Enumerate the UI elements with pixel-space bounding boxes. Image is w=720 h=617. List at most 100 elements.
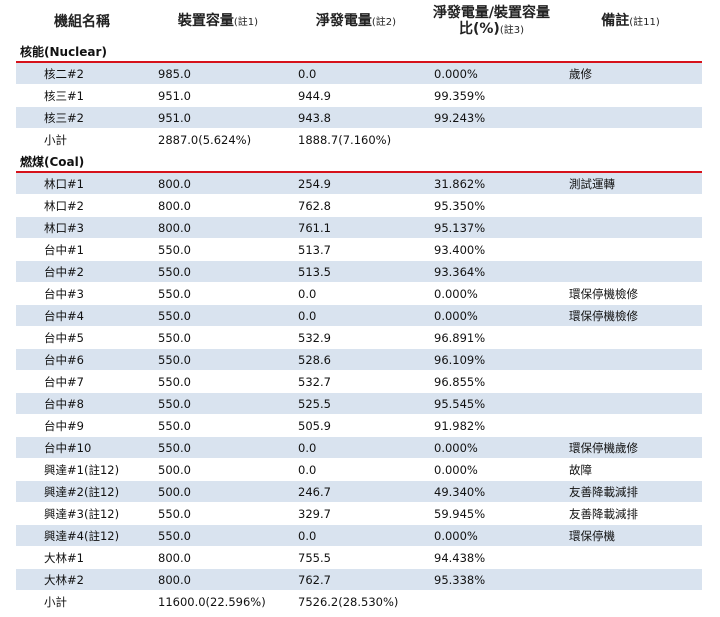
page: 機組名稱 裝置容量(註1) 淨發電量(註2) 淨發電量/裝置容量比(%)(註3)… <box>0 0 720 617</box>
remark-cell: 環保停機檢修 <box>559 282 702 305</box>
net-gen-cell: 532.7 <box>288 370 424 393</box>
capacity-cell: 800.0 <box>148 194 288 217</box>
net-gen-cell: 0.0 <box>288 304 424 327</box>
capacity-cell: 550.0 <box>148 502 288 525</box>
capacity-cell: 800.0 <box>148 172 288 195</box>
unit-name-cell: 台中#2 <box>16 260 148 283</box>
col-ratio-note: (註3) <box>499 25 524 36</box>
unit-name-cell: 核三#2 <box>16 106 148 129</box>
net-gen-cell: 513.7 <box>288 238 424 261</box>
remark-cell: 環保停機檢修 <box>559 304 702 327</box>
net-gen-cell: 0.0 <box>288 458 424 481</box>
subtotal-row: 小計 11600.0(22.596%) 7526.2(28.530%) <box>16 590 702 613</box>
capacity-cell: 550.0 <box>148 282 288 305</box>
unit-name-cell: 大林#1 <box>16 546 148 569</box>
unit-name-cell: 台中#7 <box>16 370 148 393</box>
unit-name-cell: 林口#2 <box>16 194 148 217</box>
col-remark-label: 備註 <box>601 13 630 29</box>
net-gen-cell: 254.9 <box>288 172 424 195</box>
remark-cell: 測試運轉 <box>559 172 702 195</box>
table-row: 台中#8 550.0 525.5 95.545% <box>16 392 702 415</box>
col-capacity-label: 裝置容量 <box>177 13 234 29</box>
capacity-cell: 800.0 <box>148 568 288 591</box>
ratio-cell: 0.000% <box>424 436 559 459</box>
table-row: 台中#3 550.0 0.0 0.000% 環保停機檢修 <box>16 282 702 305</box>
section-title: 燃煤(Coal) <box>16 150 702 173</box>
subtotal-label: 小計 <box>16 128 148 151</box>
remark-cell: 環保停機 <box>559 524 702 547</box>
ratio-cell: 0.000% <box>424 282 559 305</box>
remark-cell <box>559 238 702 261</box>
remark-cell <box>559 106 702 129</box>
ratio-cell: 93.400% <box>424 238 559 261</box>
table-row: 興達#2(註12) 500.0 246.7 49.340% 友善降載減排 <box>16 480 702 503</box>
table-row: 核三#1 951.0 944.9 99.359% <box>16 84 702 107</box>
ratio-cell: 91.982% <box>424 414 559 437</box>
unit-name-cell: 核二#2 <box>16 62 148 85</box>
unit-name-cell: 台中#4 <box>16 304 148 327</box>
net-gen-cell: 762.7 <box>288 568 424 591</box>
table-row: 台中#7 550.0 532.7 96.855% <box>16 370 702 393</box>
remark-cell: 故障 <box>559 458 702 481</box>
ratio-cell: 94.438% <box>424 546 559 569</box>
remark-cell <box>559 260 702 283</box>
unit-name-cell: 台中#1 <box>16 238 148 261</box>
ratio-cell: 95.338% <box>424 568 559 591</box>
capacity-cell: 550.0 <box>148 260 288 283</box>
remark-cell <box>559 216 702 239</box>
table-row: 核三#2 951.0 943.8 99.243% <box>16 106 702 129</box>
col-remark-note: (註11) <box>629 17 660 28</box>
ratio-cell: 96.109% <box>424 348 559 371</box>
table-row: 興達#4(註12) 550.0 0.0 0.000% 環保停機 <box>16 524 702 547</box>
capacity-cell: 550.0 <box>148 326 288 349</box>
table-row: 台中#10 550.0 0.0 0.000% 環保停機歲修 <box>16 436 702 459</box>
ratio-cell: 59.945% <box>424 502 559 525</box>
table-row: 林口#1 800.0 254.9 31.862% 測試運轉 <box>16 172 702 195</box>
table-body: 核能(Nuclear) 核二#2 985.0 0.0 0.000% 歲修 核三#1 951.0… <box>16 41 702 613</box>
remark-cell <box>559 568 702 591</box>
unit-name-cell: 興達#4(註12) <box>16 524 148 547</box>
ratio-cell: 95.137% <box>424 216 559 239</box>
section-header: 核能(Nuclear) <box>16 41 702 63</box>
subtotal-row: 小計 2887.0(5.624%) 1888.7(7.160%) <box>16 128 702 151</box>
col-capacity: 裝置容量(註1) <box>148 3 288 41</box>
unit-name-cell: 興達#2(註12) <box>16 480 148 503</box>
subtotal-ratio <box>424 590 559 613</box>
remark-cell: 歲修 <box>559 62 702 85</box>
net-gen-cell: 0.0 <box>288 282 424 305</box>
net-gen-cell: 755.5 <box>288 546 424 569</box>
power-generation-table: 機組名稱 裝置容量(註1) 淨發電量(註2) 淨發電量/裝置容量比(%)(註3)… <box>16 3 702 613</box>
capacity-cell: 550.0 <box>148 392 288 415</box>
unit-name-cell: 核三#1 <box>16 84 148 107</box>
col-unit-name-label: 機組名稱 <box>54 14 110 30</box>
subtotal-remark <box>559 128 702 151</box>
table-row: 林口#2 800.0 762.8 95.350% <box>16 194 702 217</box>
ratio-cell: 0.000% <box>424 524 559 547</box>
unit-name-cell: 台中#5 <box>16 326 148 349</box>
capacity-cell: 951.0 <box>148 84 288 107</box>
section-title: 核能(Nuclear) <box>16 41 702 63</box>
ratio-cell: 95.545% <box>424 392 559 415</box>
table-row: 核二#2 985.0 0.0 0.000% 歲修 <box>16 62 702 85</box>
ratio-cell: 0.000% <box>424 62 559 85</box>
col-ratio: 淨發電量/裝置容量比(%)(註3) <box>424 3 559 41</box>
table-row: 林口#3 800.0 761.1 95.137% <box>16 216 702 239</box>
net-gen-cell: 944.9 <box>288 84 424 107</box>
remark-cell <box>559 392 702 415</box>
table-row: 台中#5 550.0 532.9 96.891% <box>16 326 702 349</box>
unit-name-cell: 大林#2 <box>16 568 148 591</box>
net-gen-cell: 513.5 <box>288 260 424 283</box>
net-gen-cell: 0.0 <box>288 62 424 85</box>
net-gen-cell: 505.9 <box>288 414 424 437</box>
subtotal-net-gen: 7526.2(28.530%) <box>288 590 424 613</box>
table-row: 台中#1 550.0 513.7 93.400% <box>16 238 702 261</box>
subtotal-capacity: 11600.0(22.596%) <box>148 590 288 613</box>
table-row: 台中#4 550.0 0.0 0.000% 環保停機檢修 <box>16 304 702 327</box>
unit-name-cell: 林口#1 <box>16 172 148 195</box>
col-capacity-note: (註1) <box>233 17 259 28</box>
net-gen-cell: 0.0 <box>288 524 424 547</box>
net-gen-cell: 532.9 <box>288 326 424 349</box>
unit-name-cell: 台中#10 <box>16 436 148 459</box>
ratio-cell: 0.000% <box>424 458 559 481</box>
ratio-cell: 49.340% <box>424 480 559 503</box>
